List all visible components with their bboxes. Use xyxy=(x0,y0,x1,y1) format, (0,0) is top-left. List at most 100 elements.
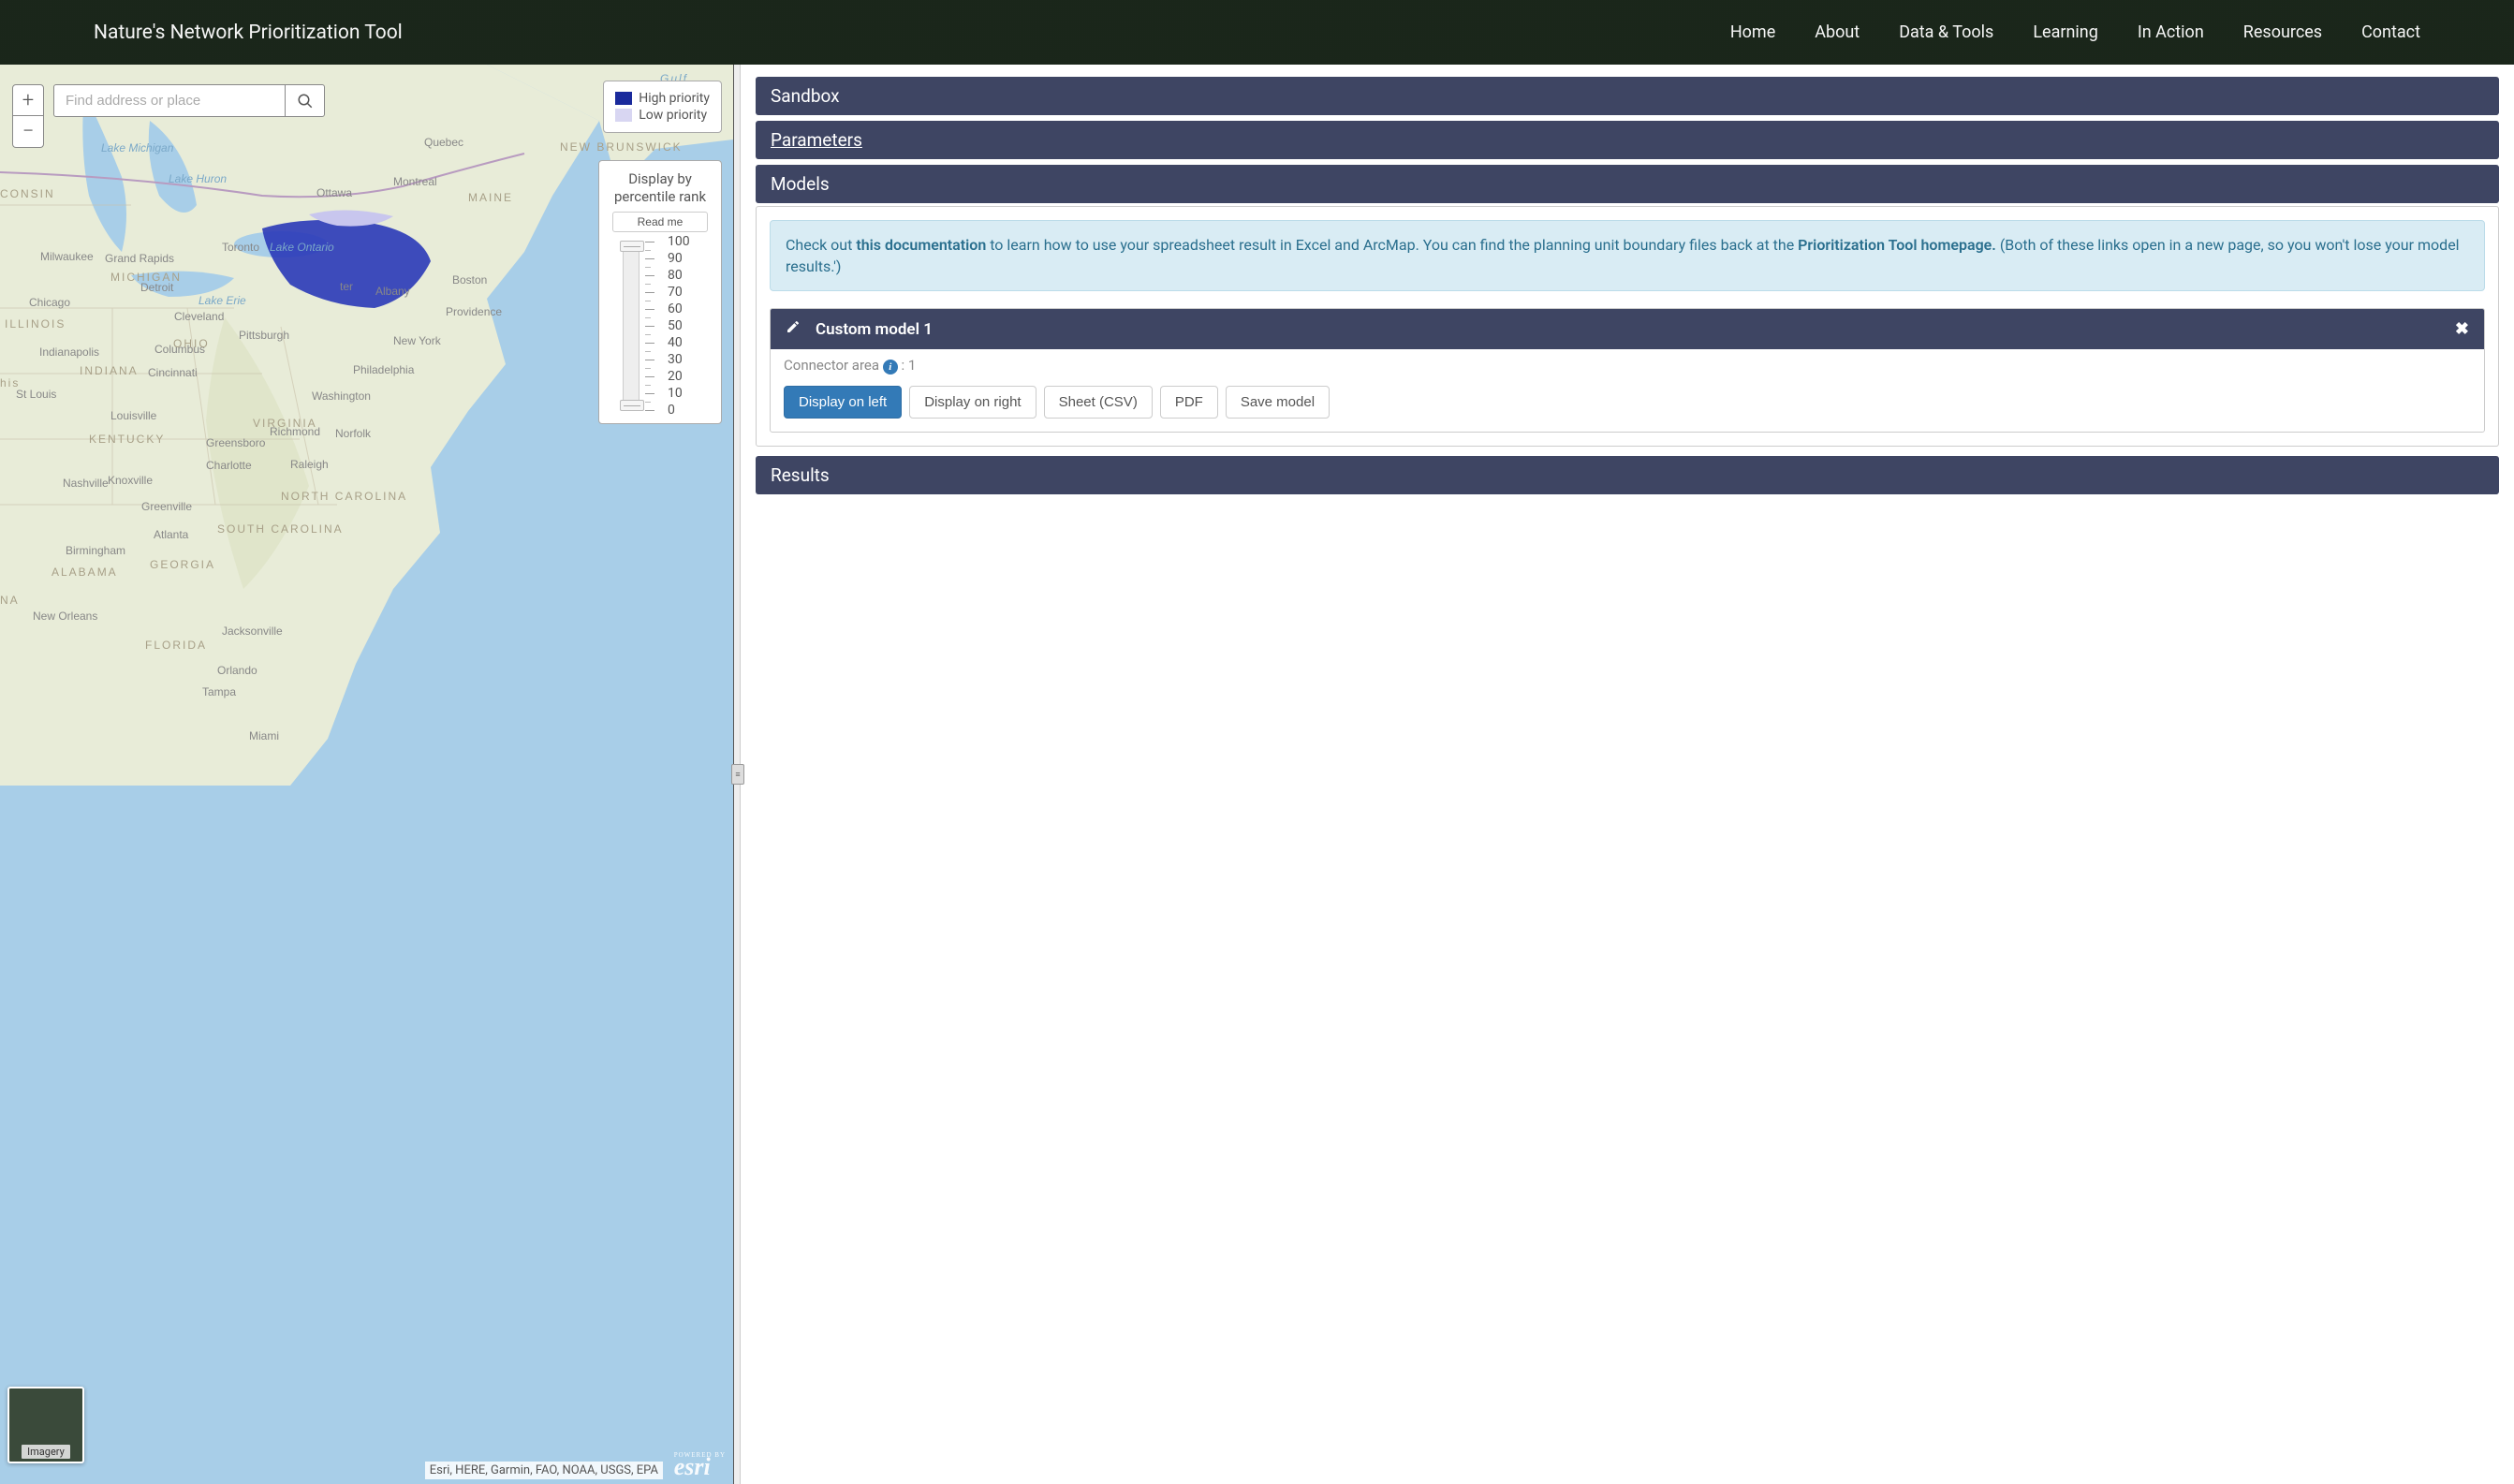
map-panel[interactable]: Gulf Quebec Ottawa Montreal Toronto Milw… xyxy=(0,65,733,1484)
nav-resources[interactable]: Resources xyxy=(2243,22,2322,42)
map-label-toronto: Toronto xyxy=(222,241,259,254)
pdf-button[interactable]: PDF xyxy=(1160,386,1218,419)
percentile-title-l2: percentile rank xyxy=(614,188,706,205)
map-label-charlotte: Charlotte xyxy=(206,459,252,472)
percentile-slider[interactable]: 100 90 80 70 60 50 40 30 20 10 0 xyxy=(612,242,708,410)
map-label-georgia: GEORGIA xyxy=(150,558,215,571)
slider-labels: 100 90 80 70 60 50 40 30 20 10 0 xyxy=(668,242,698,410)
map-label-ter: ter xyxy=(340,280,353,293)
map-label-maine: MAINE xyxy=(468,191,513,204)
accordion-parameters[interactable]: Parameters xyxy=(756,121,2499,159)
splitter-handle[interactable]: ≡ xyxy=(731,764,744,785)
percentile-panel: Display by percentile rank Read me xyxy=(598,160,722,424)
search-input[interactable] xyxy=(54,85,285,116)
alert-link-documentation[interactable]: this documentation xyxy=(856,236,986,254)
search-icon xyxy=(297,93,314,110)
map-label-cincinnati: Cincinnati xyxy=(148,366,198,379)
slider-track[interactable] xyxy=(623,242,640,410)
map-label-stlouis: St Louis xyxy=(16,388,56,401)
accordion-sandbox-label: Sandbox xyxy=(771,85,840,107)
map-label-consin: CONSIN xyxy=(0,187,55,200)
nav-home[interactable]: Home xyxy=(1730,22,1775,42)
tick-40: 40 xyxy=(668,335,683,350)
legend-high: High priority xyxy=(615,91,710,106)
map-label-raleigh: Raleigh xyxy=(290,458,329,471)
sheet-csv-button[interactable]: Sheet (CSV) xyxy=(1044,386,1153,419)
accordion-parameters-label: Parameters xyxy=(771,129,862,151)
map-label-louisville: Louisville xyxy=(110,409,156,422)
map-label-florida: FLORIDA xyxy=(145,639,207,652)
legend-high-swatch xyxy=(615,92,632,105)
nav-data-tools[interactable]: Data & Tools xyxy=(1899,22,1993,42)
basemap-toggle[interactable]: Imagery xyxy=(7,1387,84,1463)
alert-link-homepage[interactable]: Prioritization Tool homepage. xyxy=(1798,236,1996,254)
zoom-out-button[interactable]: − xyxy=(12,116,44,148)
map-label-kentucky: KENTUCKY xyxy=(89,433,165,446)
app-header: Nature's Network Prioritization Tool Hom… xyxy=(0,0,2514,65)
tick-100: 100 xyxy=(668,234,690,249)
splitter[interactable]: ≡ xyxy=(733,65,741,1484)
info-icon[interactable]: i xyxy=(883,360,898,375)
accordion-models-label: Models xyxy=(771,173,830,195)
nav-about[interactable]: About xyxy=(1815,22,1860,42)
map-label-norfolk: Norfolk xyxy=(335,427,371,440)
slider-ticks xyxy=(645,242,662,410)
map-label-orlando: Orlando xyxy=(217,664,257,677)
slider-handle-bottom[interactable] xyxy=(620,400,644,411)
nav-learning[interactable]: Learning xyxy=(2033,22,2098,42)
tick-80: 80 xyxy=(668,268,683,283)
accordion-results-label: Results xyxy=(771,464,830,486)
percentile-title-l1: Display by xyxy=(628,170,692,187)
esri-logo: POWERED BY esri xyxy=(674,1451,726,1481)
accordion-results[interactable]: Results xyxy=(756,456,2499,494)
tick-20: 20 xyxy=(668,369,683,384)
map-label-milwaukee: Milwaukee xyxy=(40,250,94,263)
map-label-tampa: Tampa xyxy=(202,685,236,698)
display-right-button[interactable]: Display on right xyxy=(909,386,1036,419)
search-box xyxy=(53,84,325,117)
main-nav: Home About Data & Tools Learning In Acti… xyxy=(1730,22,2477,42)
model-meta-value: : 1 xyxy=(901,357,916,374)
legend-high-label: High priority xyxy=(639,91,710,106)
nav-contact[interactable]: Contact xyxy=(2361,22,2420,42)
map-label-virginia: VIRGINIA xyxy=(253,417,317,430)
tick-30: 30 xyxy=(668,352,683,367)
accordion-sandbox[interactable]: Sandbox xyxy=(756,77,2499,115)
percentile-title: Display by percentile rank xyxy=(612,170,708,206)
save-model-button[interactable]: Save model xyxy=(1226,386,1330,419)
legend-low-swatch xyxy=(615,109,632,122)
tick-0: 0 xyxy=(668,403,675,418)
side-panel: Sandbox Parameters Models Check out this… xyxy=(741,65,2514,1484)
map-label-michigan: MICHIGAN xyxy=(110,271,182,284)
models-body: Check out this documentation to learn ho… xyxy=(756,206,2499,447)
model-meta: Connector area i : 1 xyxy=(771,349,2484,375)
map-label-albany: Albany xyxy=(375,285,410,298)
workspace: Gulf Quebec Ottawa Montreal Toronto Milw… xyxy=(0,65,2514,1484)
zoom-in-button[interactable]: + xyxy=(12,84,44,116)
edit-icon[interactable] xyxy=(786,319,801,339)
map-label-nb: NEW BRUNSWICK xyxy=(560,141,683,153)
esri-text: esri xyxy=(674,1453,711,1480)
close-icon[interactable]: ✖ xyxy=(2455,319,2469,339)
map-label-indianapolis: Indianapolis xyxy=(39,345,99,359)
readme-button[interactable]: Read me xyxy=(612,212,708,232)
map-label-miami: Miami xyxy=(249,729,279,742)
map-label-lakeerie: Lake Erie xyxy=(198,294,246,307)
map-label-grandrapids: Grand Rapids xyxy=(105,252,174,265)
map-label-newyork: New York xyxy=(393,334,441,347)
map-label-na: NA xyxy=(0,594,20,607)
legend-low-label: Low priority xyxy=(639,108,707,123)
info-alert: Check out this documentation to learn ho… xyxy=(770,220,2485,291)
tick-90: 90 xyxy=(668,251,683,266)
search-button[interactable] xyxy=(285,85,324,116)
accordion-models[interactable]: Models xyxy=(756,165,2499,203)
map-label-illinois: ILLINOIS xyxy=(5,317,66,331)
display-left-button[interactable]: Display on left xyxy=(784,386,902,419)
slider-handle-top[interactable] xyxy=(620,241,644,252)
model-title: Custom model 1 xyxy=(816,320,933,339)
map-label-ottawa: Ottawa xyxy=(316,186,352,199)
map-label-nc: NORTH CAROLINA xyxy=(281,491,407,502)
legend-low: Low priority xyxy=(615,108,710,123)
map-label-cleveland: Cleveland xyxy=(174,310,224,323)
nav-in-action[interactable]: In Action xyxy=(2138,22,2204,42)
